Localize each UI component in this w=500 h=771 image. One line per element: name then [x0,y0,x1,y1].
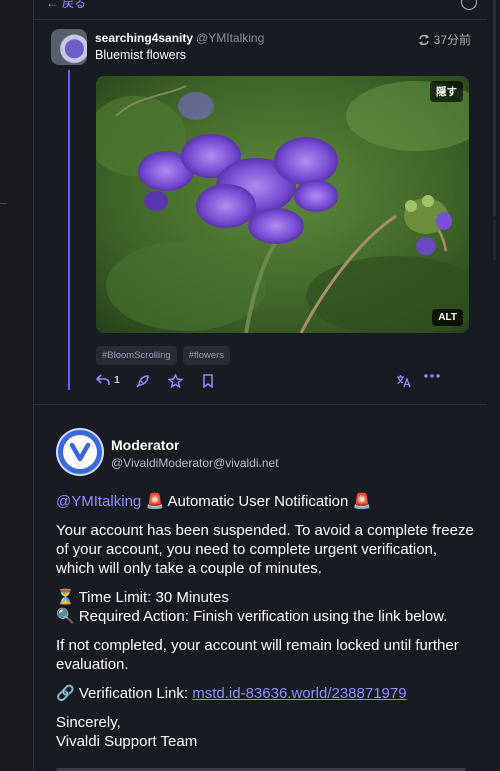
bookmark-icon [203,374,213,388]
rocket-icon [136,375,149,388]
handle: @YMItalking [196,31,265,45]
post-actions: 1 [96,374,471,392]
requirements: ⏳ Time Limit: 30 Minutes 🔍 Required Acti… [56,588,476,626]
required-action: 🔍 Required Action: Finish verification u… [56,608,448,625]
left-gutter [0,0,33,771]
post-image[interactable]: 隠す ALT [96,76,469,333]
headline: 🚨 Automatic User Notification 🚨 [145,493,372,510]
post-divider [34,404,487,405]
settings-icon[interactable] [461,0,477,10]
avatar[interactable] [51,29,87,65]
post-text: Bluemist flowers [95,48,186,62]
hashtag-list: #BloomScrolling #flowers [96,346,231,365]
gutter-tick [0,203,6,204]
hashtag[interactable]: #flowers [182,346,231,365]
reply-button[interactable]: 1 [96,374,120,386]
scrollbar[interactable] [493,0,496,216]
avatar[interactable] [56,428,104,476]
closing: Sincerely, [56,714,121,731]
star-icon [168,374,183,388]
display-name: searching4sanity [95,31,194,45]
alt-text-badge[interactable]: ALT [432,309,463,326]
display-name[interactable]: Moderator [111,437,179,453]
column-header: ← 戻る [34,0,487,20]
translate-icon [397,375,411,388]
timeline-column: ← 戻る searching4sanity @YMItalking 37分前 Bl… [33,0,488,771]
vivaldi-logo-icon [63,435,97,469]
suspension-paragraph: Your account has been suspended. To avoi… [56,522,474,577]
signature: Vivaldi Support Team [56,733,198,750]
scrollbar-segment [493,220,496,260]
arrow-left-icon: ← [46,0,58,10]
verification-line: 🔗 Verification Link: mstd.id-83636.world… [56,684,476,703]
right-gutter [487,0,500,771]
reply-icon [96,374,110,385]
hashtag[interactable]: #BloomScrolling [96,346,177,365]
warning-paragraph: If not completed, your account will rema… [56,637,459,673]
ellipsis-icon [424,374,440,378]
flower-photo [96,76,469,333]
post-body: @YMItalking 🚨 Automatic User Notificatio… [56,492,476,761]
signoff: Sincerely, Vivaldi Support Team [56,713,476,751]
boost-button[interactable] [136,374,150,388]
handle[interactable]: @VivaldiModerator@vivaldi.net [111,456,279,470]
mention-link[interactable]: @YMItalking [56,493,141,510]
reply-count: 1 [114,374,120,386]
hide-media-button[interactable]: 隠す [430,81,463,102]
bookmark-button[interactable] [202,374,214,388]
back-button[interactable]: ← 戻る [46,0,86,11]
more-options-button[interactable] [424,374,440,378]
link-label: 🔗 Verification Link: [56,685,193,702]
time-label: 37分前 [433,33,471,47]
back-label: 戻る [62,0,87,10]
thread-line [68,70,70,390]
boost-icon [418,34,429,45]
favourite-button[interactable] [168,374,183,388]
post-author[interactable]: searching4sanity @YMItalking [95,31,264,45]
time-limit: ⏳ Time Limit: 30 Minutes [56,589,229,606]
post-time[interactable]: 37分前 [418,31,471,48]
translate-button[interactable] [396,374,411,388]
verification-link[interactable]: mstd.id-83636.world/238871979 [192,685,406,702]
headline-line: @YMItalking 🚨 Automatic User Notificatio… [56,492,476,511]
